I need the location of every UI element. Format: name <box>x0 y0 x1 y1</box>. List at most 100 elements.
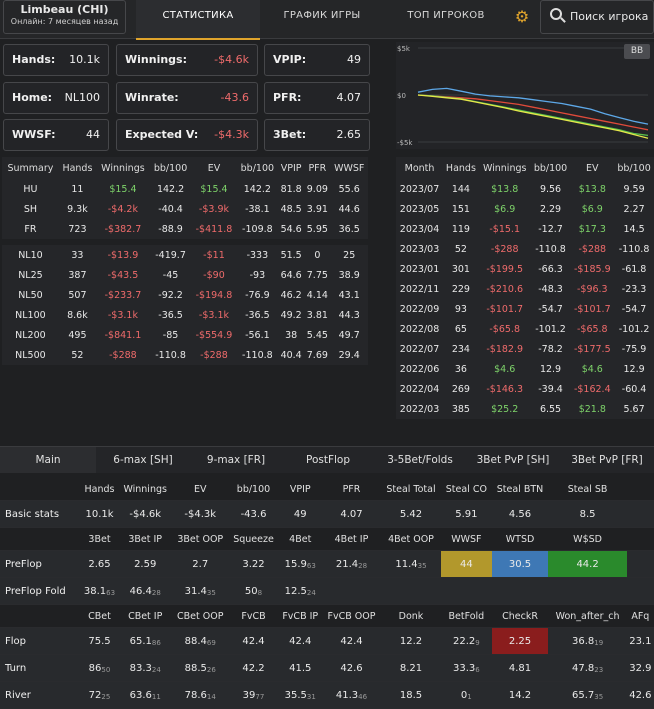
month-cell: -$65.8 <box>489 323 520 335</box>
stats-cell: 42.4 <box>228 627 279 655</box>
summary-cell: -40.4 <box>158 203 183 215</box>
search-input[interactable]: Поиск игрока <box>540 0 654 34</box>
month-header-cell: Month <box>404 162 435 174</box>
stats-cell: 21.428 <box>322 550 381 578</box>
sample-size: 19 <box>594 638 604 647</box>
gear-icon[interactable]: ⚙ <box>512 7 532 27</box>
detail-tab[interactable]: 3-5Bet/Folds <box>374 447 466 473</box>
tab-game-graph[interactable]: ГРАФИК ИГРЫ <box>260 0 384 38</box>
sample-size: 69 <box>206 638 216 647</box>
month-row: 2023/01 301 -$199.5 -66.3 -$185.9 -61.8 <box>396 259 654 279</box>
stat-value: 49 <box>347 53 361 66</box>
tab-statistics[interactable]: СТАТИСТИКА <box>136 0 260 40</box>
summary-cell: 44.3 <box>338 309 360 321</box>
month-row: 2022/06 36 $4.6 12.9 $4.6 12.9 <box>396 359 654 379</box>
month-header-cell: Hands <box>445 162 476 174</box>
month-cell: 2023/03 <box>399 243 440 255</box>
month-header-cell: bb/100 <box>533 162 568 174</box>
stats-value: 39 <box>242 689 256 701</box>
stat-value: 44 <box>86 128 100 141</box>
stats-header-cell: Hands <box>80 478 119 501</box>
stats-data-row: River 7225 63.611 78.614 3977 35.531 41.346 18.… <box>0 681 654 709</box>
stats-cell: 41.5 <box>278 654 323 682</box>
stat-label: WWSF: <box>12 128 56 141</box>
summary-cell: 3.91 <box>306 203 328 215</box>
stats-value: 33.3 <box>452 662 476 674</box>
month-cell: -75.9 <box>621 343 647 355</box>
sample-size: 63 <box>106 588 116 597</box>
month-header-row: Month Hands Winnings bb/100 EV bb/100 <box>396 157 654 179</box>
month-cell: -101.2 <box>535 323 566 335</box>
detail-tab[interactable]: 6-max [SH] <box>96 447 190 473</box>
detail-tab[interactable]: PostFlop <box>282 447 374 473</box>
month-cell: -$177.5 <box>573 343 611 355</box>
row-label: Flop <box>0 627 81 655</box>
stat-value: -$4.6k <box>214 53 249 66</box>
player-status: Онлайн: 7 месяцев назад <box>10 17 119 26</box>
summary-cell: -$90 <box>203 269 225 281</box>
summary-cell: 9.3k <box>67 203 88 215</box>
stats-value: 31.4 <box>184 585 207 597</box>
summary-cell: -56.1 <box>245 329 270 341</box>
detail-tab[interactable]: 9-max [FR] <box>190 447 282 473</box>
stats-data-row: PreFlop 2.65 2.59 2.7 3.22 15.963 21.428 11.435… <box>0 550 654 578</box>
stats-cell: 14.2 <box>491 681 549 709</box>
summary-row: HU 11 $15.4 142.2 $15.4 142.2 81.8 9.09 55.6 <box>2 179 368 199</box>
month-cell: -$162.4 <box>573 383 611 395</box>
month-header-cell: bb/100 <box>617 162 651 174</box>
stats-value: 11.4 <box>395 558 418 570</box>
stat-value: -$4.3k <box>214 128 249 141</box>
bb-toggle-button[interactable]: BB <box>624 44 650 59</box>
summary-cell: NL10 <box>18 249 43 261</box>
sample-size: 9 <box>475 638 480 647</box>
summary-cell: 49.2 <box>280 309 302 321</box>
stats-cell: 44.2 <box>548 550 627 578</box>
summary-cell: 0 <box>314 249 321 261</box>
stats-value: 30.5 <box>508 558 532 570</box>
stats-value: 2.59 <box>134 558 157 570</box>
summary-cell: -$382.7 <box>104 223 142 235</box>
summary-cell: -$233.7 <box>104 289 142 301</box>
month-cell: 12.9 <box>539 363 562 375</box>
stats-data-row: Turn 8650 83.324 88.526 42.2 41.5 42.6 8.21 33.3… <box>0 654 654 682</box>
month-cell: 2022/09 <box>399 303 440 315</box>
summary-cell: -$194.8 <box>195 289 233 301</box>
stat-value: NL100 <box>64 91 100 104</box>
stats-cell <box>380 577 442 605</box>
month-cell: 2022/03 <box>399 403 440 415</box>
summary-cell: -$554.9 <box>195 329 233 341</box>
stats-header-row: Hands Winnings EV bb/100 VPIP PFR Steal Total S… <box>0 478 654 501</box>
stats-cell: 42.6 <box>322 654 381 682</box>
summary-cell: NL200 <box>15 329 46 341</box>
stats-cell: 32.9 <box>626 654 654 682</box>
summary-cell: 46.2 <box>280 289 302 301</box>
month-cell: -110.8 <box>618 243 650 255</box>
summary-header-cell: bb/100 <box>153 162 188 174</box>
stats-cell: 22.29 <box>441 627 492 655</box>
player-card[interactable]: Limbeau (CHI) Онлайн: 7 месяцев назад <box>3 0 126 34</box>
summary-header-cell: bb/100 <box>240 162 275 174</box>
month-cell: -$288 <box>490 243 519 255</box>
detail-tab[interactable]: Main <box>0 447 96 473</box>
summary-cell: -$3.9k <box>198 203 229 215</box>
summary-cell: 33 <box>71 249 84 261</box>
tab-top-players[interactable]: ТОП ИГРОКОВ <box>384 0 508 38</box>
stats-cell: 23.1 <box>626 627 654 655</box>
detail-tab[interactable]: 3Bet PvP [SH] <box>466 447 560 473</box>
summary-cell: NL100 <box>15 309 46 321</box>
stats-value: 2.65 <box>88 558 111 570</box>
stats-value: 63.6 <box>129 689 152 701</box>
summary-cell: 7.75 <box>306 269 328 281</box>
stats-cell: 4.56 <box>491 500 549 528</box>
stats-header-cell: VPIP <box>278 478 323 501</box>
stats-cell: -$4.6k <box>118 500 172 528</box>
month-row: 2022/07 234 -$182.9 -78.2 -$177.5 -75.9 <box>396 339 654 359</box>
stats-header-cell: Donk <box>380 604 442 628</box>
summary-cell: 51.5 <box>280 249 302 261</box>
sample-size: 28 <box>358 561 368 570</box>
stats-cell: 18.5 <box>380 681 442 709</box>
month-cell: -48.3 <box>538 283 563 295</box>
stats-header-cell: 3Bet IP <box>118 527 172 551</box>
detail-tab[interactable]: 3Bet PvP [FR] <box>560 447 654 473</box>
sample-size: 31 <box>306 692 316 701</box>
